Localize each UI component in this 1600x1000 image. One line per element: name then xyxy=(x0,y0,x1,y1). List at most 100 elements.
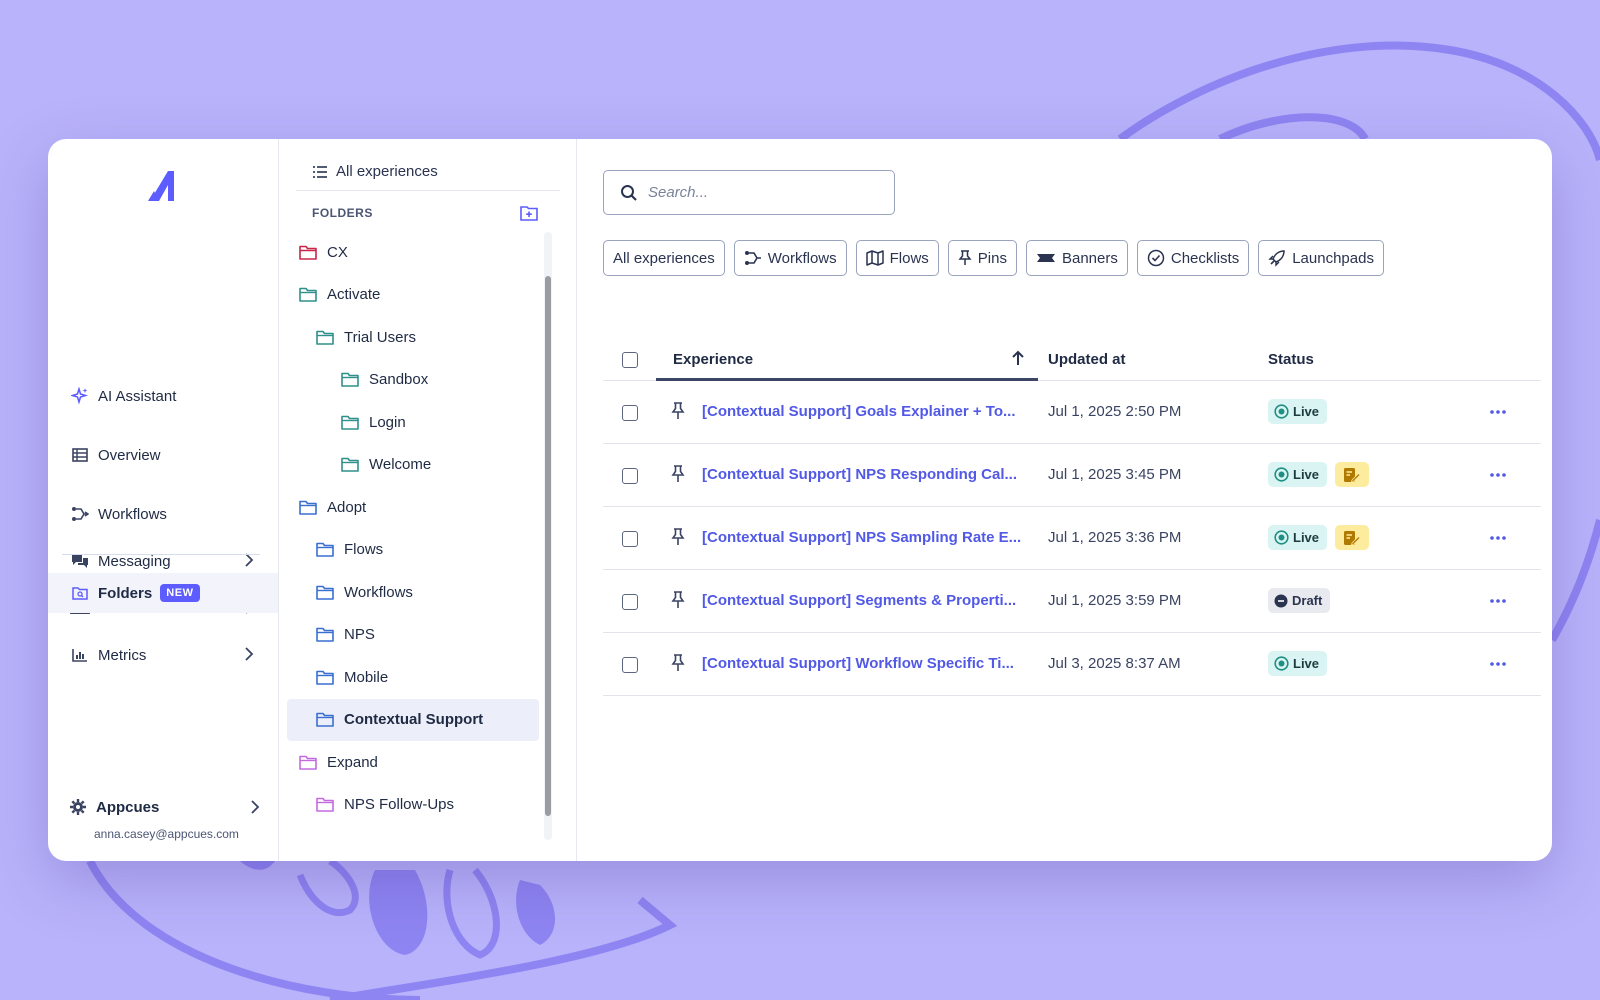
nav-item-label: Folders xyxy=(98,584,153,602)
folders-scrollbar[interactable] xyxy=(544,232,552,840)
folder-icon xyxy=(299,286,319,304)
folder-item[interactable]: Sandbox xyxy=(287,359,539,402)
folder-item[interactable]: Contextual Support xyxy=(287,698,539,741)
folder-item[interactable]: Trial Users xyxy=(287,316,539,359)
folder-item[interactable]: Adopt xyxy=(287,486,539,529)
column-experience[interactable]: Experience xyxy=(673,351,753,368)
account-section[interactable]: Appcues anna.casey@appcues.com xyxy=(70,795,260,841)
nav-item-ai-assistant[interactable]: AI Assistant xyxy=(48,376,278,416)
folder-label: NPS xyxy=(344,626,375,644)
experience-name-link[interactable]: [Contextual Support] NPS Responding Cal.… xyxy=(702,466,1017,483)
nav-item-workflows[interactable]: Workflows xyxy=(48,494,278,534)
filter-chip[interactable]: Launchpads xyxy=(1258,240,1384,276)
sort-arrow-up-icon[interactable] xyxy=(1011,350,1025,366)
folder-label: Login xyxy=(369,413,406,431)
primary-nav: AI Assistant Overview Workflows Messagin… xyxy=(48,139,279,861)
table-row: [Contextual Support] Goals Explainer + T… xyxy=(603,381,1541,444)
folders-panel: All experiences FOLDERS CX Activate Trial … xyxy=(279,139,577,861)
folder-label: Welcome xyxy=(369,456,432,474)
row-checkbox[interactable] xyxy=(622,405,638,421)
scrollbar-thumb[interactable] xyxy=(545,276,551,816)
more-actions-icon[interactable] xyxy=(1483,649,1513,679)
status-badge: Draft xyxy=(1268,588,1331,613)
pending-edits-badge[interactable] xyxy=(1335,525,1370,550)
filter-chip[interactable]: All experiences xyxy=(603,240,725,276)
account-email: anna.casey@appcues.com xyxy=(94,827,239,841)
live-icon xyxy=(1274,404,1289,419)
folders-header: FOLDERS xyxy=(312,205,538,221)
chevron-right-icon xyxy=(250,799,260,819)
folder-label: Sandbox xyxy=(369,371,429,389)
updated-at: Jul 1, 2025 3:36 PM xyxy=(1048,529,1182,546)
more-actions-icon[interactable] xyxy=(1483,586,1513,616)
folder-icon xyxy=(316,711,336,729)
nav-item-folders[interactable]: Folders NEW xyxy=(48,573,278,613)
add-folder-icon[interactable] xyxy=(520,205,538,221)
folder-icon xyxy=(341,456,361,474)
experience-name-link[interactable]: [Contextual Support] Workflow Specific T… xyxy=(702,655,1014,672)
experience-name-link[interactable]: [Contextual Support] Goals Explainer + T… xyxy=(702,403,1016,420)
status-label: Live xyxy=(1293,467,1320,482)
folder-item[interactable]: Expand xyxy=(287,741,539,784)
folder-icon xyxy=(316,668,336,686)
folder-icon xyxy=(316,796,336,814)
nav-item-overview[interactable]: Overview xyxy=(48,435,278,475)
folder-search-icon xyxy=(70,583,90,603)
filter-chip-label: Workflows xyxy=(767,249,837,267)
folder-icon xyxy=(316,328,336,346)
folder-item[interactable]: Welcome xyxy=(287,444,539,487)
select-all-checkbox[interactable] xyxy=(622,352,638,368)
experience-name-link[interactable]: [Contextual Support] Segments & Properti… xyxy=(702,592,1016,609)
more-actions-icon[interactable] xyxy=(1483,460,1513,490)
more-actions-icon[interactable] xyxy=(1483,523,1513,553)
column-updated-at[interactable]: Updated at xyxy=(1048,351,1126,368)
sparkles-icon xyxy=(70,386,90,406)
folder-item[interactable]: NPS Follow-Ups xyxy=(287,784,539,827)
status-label: Live xyxy=(1293,404,1320,419)
filter-chip-label: Launchpads xyxy=(1292,249,1374,267)
status-badge: Live xyxy=(1268,525,1328,550)
status-cell: Draft xyxy=(1268,588,1331,613)
updated-at: Jul 1, 2025 3:45 PM xyxy=(1048,466,1182,483)
row-checkbox[interactable] xyxy=(622,657,638,673)
folder-icon xyxy=(299,753,319,771)
pin-icon xyxy=(671,591,685,609)
more-actions-icon[interactable] xyxy=(1483,397,1513,427)
nav-item-metrics[interactable]: Metrics xyxy=(48,635,278,675)
search-box[interactable] xyxy=(603,170,895,215)
all-experiences-link[interactable]: All experiences xyxy=(296,153,560,191)
filter-chip[interactable]: Pins xyxy=(947,240,1017,276)
filter-chip-label: Checklists xyxy=(1170,249,1240,267)
table-row: [Contextual Support] NPS Sampling Rate E… xyxy=(603,507,1541,570)
account-switcher[interactable]: Appcues xyxy=(70,795,260,819)
chart-icon xyxy=(70,645,90,665)
experiences-table: Experience Updated at Status [Contextual… xyxy=(603,339,1541,696)
nav-item-label: Metrics xyxy=(98,646,147,664)
folder-item[interactable]: Flows xyxy=(287,529,539,572)
column-status[interactable]: Status xyxy=(1268,351,1314,368)
pending-edits-badge[interactable] xyxy=(1335,462,1370,487)
search-input[interactable] xyxy=(648,184,878,201)
experience-name-link[interactable]: [Contextual Support] NPS Sampling Rate E… xyxy=(702,529,1021,546)
row-checkbox[interactable] xyxy=(622,468,638,484)
row-checkbox[interactable] xyxy=(622,594,638,610)
folder-item[interactable]: Mobile xyxy=(287,656,539,699)
pin-icon xyxy=(671,465,685,483)
new-badge: NEW xyxy=(160,584,200,602)
folder-item[interactable]: CX xyxy=(287,231,539,274)
updated-at: Jul 1, 2025 2:50 PM xyxy=(1048,403,1182,420)
nav-item-label: Workflows xyxy=(98,505,167,523)
workflow-icon xyxy=(70,504,90,524)
filter-chip[interactable]: Flows xyxy=(855,240,939,276)
pin-icon xyxy=(671,528,685,546)
folder-item[interactable]: Workflows xyxy=(287,571,539,614)
folder-icon xyxy=(341,371,361,389)
filter-chip[interactable]: Checklists xyxy=(1136,240,1250,276)
folder-item[interactable]: Login xyxy=(287,401,539,444)
row-checkbox[interactable] xyxy=(622,531,638,547)
folder-item[interactable]: NPS xyxy=(287,614,539,657)
folder-item[interactable]: Activate xyxy=(287,274,539,317)
filter-chip[interactable]: Workflows xyxy=(733,240,847,276)
filter-chip-label: Flows xyxy=(889,249,929,267)
filter-chip[interactable]: Banners xyxy=(1025,240,1128,276)
